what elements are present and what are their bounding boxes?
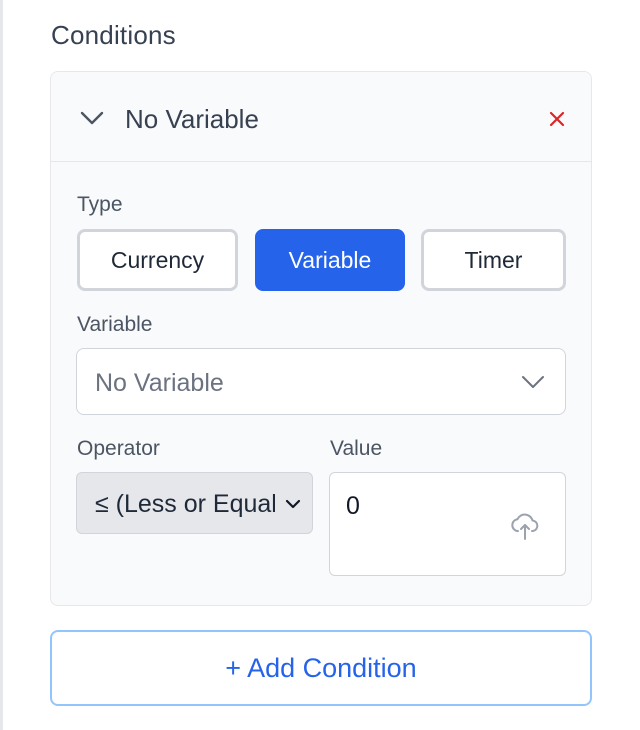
panel-divider (0, 0, 3, 730)
operator-label: Operator (77, 437, 160, 460)
chevron-down-icon (522, 376, 544, 388)
operator-select[interactable]: ≤ (Less or Equal) (76, 472, 313, 534)
value-label: Value (330, 437, 383, 460)
variable-select-value: No Variable (95, 369, 224, 397)
condition-card: No Variable Type Currency Variable Timer… (50, 71, 592, 606)
condition-header[interactable]: No Variable (51, 72, 591, 162)
add-condition-button[interactable]: + Add Condition (50, 630, 592, 706)
cloud-upload-icon[interactable] (510, 511, 540, 541)
chevron-down-icon (285, 499, 301, 509)
variable-select[interactable]: No Variable (76, 348, 566, 415)
type-label: Type (77, 193, 123, 216)
operator-select-value: ≤ (Less or Equal) (95, 490, 275, 518)
condition-title: No Variable (125, 104, 259, 134)
close-icon[interactable] (548, 110, 566, 128)
section-title: Conditions (51, 20, 176, 50)
value-input-text: 0 (346, 492, 360, 520)
value-input[interactable]: 0 (329, 472, 566, 576)
variable-label: Variable (77, 313, 153, 336)
chevron-down-icon[interactable] (79, 109, 105, 127)
type-variable-button[interactable]: Variable (255, 229, 405, 291)
type-currency-button[interactable]: Currency (77, 229, 238, 291)
type-timer-button[interactable]: Timer (421, 229, 566, 291)
